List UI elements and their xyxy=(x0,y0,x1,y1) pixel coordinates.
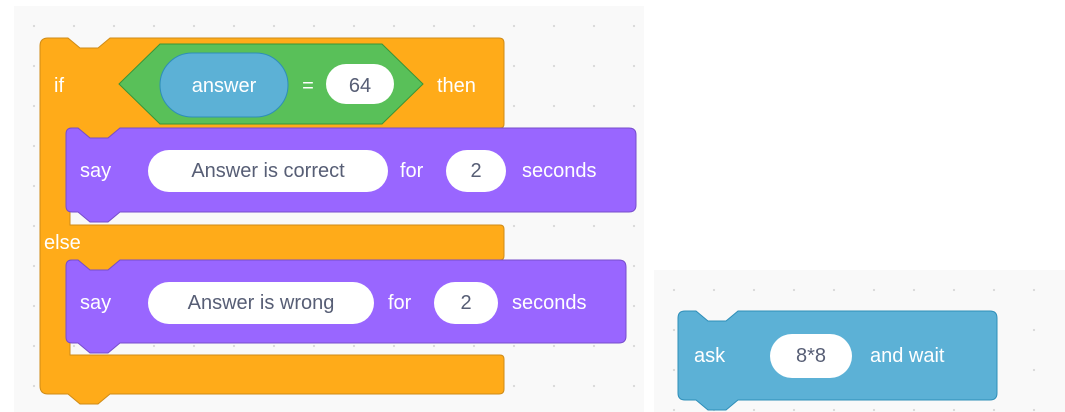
ask-question-text: 8*8 xyxy=(796,345,826,367)
and-wait-label: and wait xyxy=(870,345,945,367)
then-label: then xyxy=(437,75,476,97)
say-wrong-for-label: for xyxy=(388,292,412,314)
say-wrong-message-text: Answer is wrong xyxy=(188,292,335,314)
say-correct-secs-text: 2 xyxy=(470,160,481,182)
ask-question-input[interactable]: 8*8 xyxy=(770,334,852,378)
say-wrong-message-input[interactable]: Answer is wrong xyxy=(148,282,374,324)
equals-sign: = xyxy=(302,75,314,97)
say-correct-message-text: Answer is correct xyxy=(191,160,345,182)
if-label: if xyxy=(54,75,64,97)
compare-value-input[interactable]: 64 xyxy=(326,64,394,104)
say-wrong-block[interactable]: say Answer is wrong for 2 seconds xyxy=(65,259,627,354)
ask-and-wait-block[interactable]: ask 8*8 and wait xyxy=(677,310,998,411)
say-wrong-seconds-label: seconds xyxy=(512,292,587,314)
ask-label: ask xyxy=(694,345,726,367)
answer-reporter-label: answer xyxy=(192,75,257,97)
say-correct-block[interactable]: say Answer is correct for 2 seconds xyxy=(65,127,637,223)
say-wrong-secs-input[interactable]: 2 xyxy=(434,282,498,324)
say-correct-secs-input[interactable]: 2 xyxy=(446,150,506,192)
say-correct-seconds-label: seconds xyxy=(522,160,597,182)
code-blocks: if then else answer = 64 say Answer is c… xyxy=(39,37,998,411)
say-correct-message-input[interactable]: Answer is correct xyxy=(148,150,388,192)
equals-operator[interactable]: answer = 64 xyxy=(118,43,424,125)
answer-reporter[interactable]: answer xyxy=(159,52,289,118)
say-correct-say-label: say xyxy=(80,160,111,182)
compare-value-text: 64 xyxy=(349,75,371,97)
say-wrong-say-label: say xyxy=(80,292,111,314)
say-wrong-secs-text: 2 xyxy=(460,292,471,314)
else-label: else xyxy=(44,232,81,254)
say-correct-for-label: for xyxy=(400,160,424,182)
